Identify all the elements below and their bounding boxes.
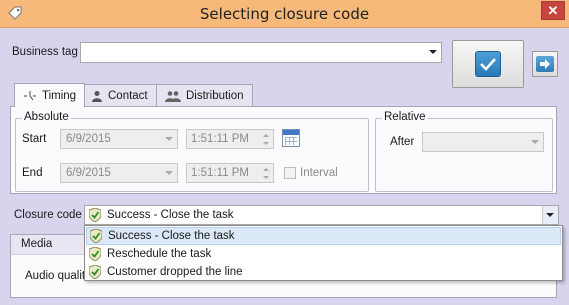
dialog-body: Business tag Timing Contact Distribution [4, 28, 565, 301]
after-label: After [390, 136, 415, 148]
tab-distribution[interactable]: Distribution [156, 84, 253, 106]
start-date-picker[interactable]: 6/9/2015 [60, 129, 178, 149]
absolute-group: Absolute Start 6/9/2015 1:51:11 PM End 6… [15, 111, 369, 192]
shield-check-icon [90, 229, 102, 243]
shield-check-icon [89, 247, 101, 261]
chevron-down-icon [531, 140, 539, 144]
after-combo[interactable] [422, 132, 544, 152]
window-title: Selecting closure code [199, 5, 370, 23]
end-label: End [22, 167, 43, 179]
spin-down-icon [263, 176, 269, 179]
timing-panel: Absolute Start 6/9/2015 1:51:11 PM End 6… [10, 106, 557, 194]
start-time-value: 1:51:11 PM [191, 133, 249, 145]
tab-timing[interactable]: Timing [14, 83, 86, 107]
spin-up-icon [263, 168, 269, 171]
arrow-right-icon [536, 56, 554, 72]
end-date-value: 6/9/2015 [66, 167, 111, 179]
title-bar: Selecting closure code ✕ [0, 0, 569, 28]
shield-check-icon [89, 265, 101, 279]
relative-group: Relative After [375, 111, 553, 192]
dropdown-option-label: Customer dropped the line [107, 266, 243, 278]
dropdown-option-label: Success - Close the task [108, 230, 235, 242]
checkmark-icon [475, 51, 501, 77]
closure-code-combo[interactable]: Success - Close the task [84, 205, 559, 225]
absolute-group-title: Absolute [22, 111, 71, 123]
dropdown-option-label: Reschedule the task [107, 248, 212, 260]
spin-up-icon [263, 134, 269, 137]
close-button[interactable]: ✕ [541, 1, 565, 20]
tab-contact-label: Contact [108, 89, 148, 102]
next-button[interactable] [532, 51, 558, 77]
chevron-down-icon [546, 213, 554, 217]
relative-group-title: Relative [382, 111, 428, 123]
interval-label: Interval [300, 167, 338, 179]
start-time-spinner[interactable]: 1:51:11 PM [186, 129, 274, 149]
interval-checkbox[interactable] [284, 167, 296, 179]
shield-check-icon [89, 208, 101, 225]
confirm-button[interactable] [452, 40, 524, 88]
start-label: Start [22, 133, 47, 145]
end-time-spinner[interactable]: 1:51:11 PM [186, 163, 274, 183]
dropdown-option[interactable]: Success - Close the task [86, 227, 561, 245]
timer-icon [24, 90, 36, 100]
business-tag-label: Business tag [12, 46, 78, 58]
end-date-picker[interactable]: 6/9/2015 [60, 163, 178, 183]
start-date-value: 6/9/2015 [66, 133, 111, 145]
business-tag-combo[interactable] [80, 42, 442, 63]
calendar-icon[interactable] [282, 129, 300, 147]
chevron-down-icon [165, 137, 173, 141]
person-icon [92, 90, 102, 102]
closure-code-value: Success - Close the task [107, 209, 234, 221]
tab-contact[interactable]: Contact [82, 84, 157, 106]
tab-timing-label: Timing [42, 89, 77, 102]
end-time-value: 1:51:11 PM [191, 167, 249, 179]
chevron-down-icon [429, 50, 437, 54]
dropdown-option[interactable]: Customer dropped the line [86, 263, 561, 281]
chevron-down-icon [165, 171, 173, 175]
dropdown-option[interactable]: Reschedule the task [86, 245, 561, 263]
closure-code-label: Closure code [14, 209, 82, 221]
spin-down-icon [263, 142, 269, 145]
tab-distribution-label: Distribution [186, 89, 244, 102]
audio-quality-label: Audio qualit [25, 270, 86, 282]
closure-code-dropdown: Success - Close the task Reschedule the … [84, 225, 563, 281]
media-header-label: Media [21, 238, 53, 250]
people-icon [165, 90, 181, 102]
